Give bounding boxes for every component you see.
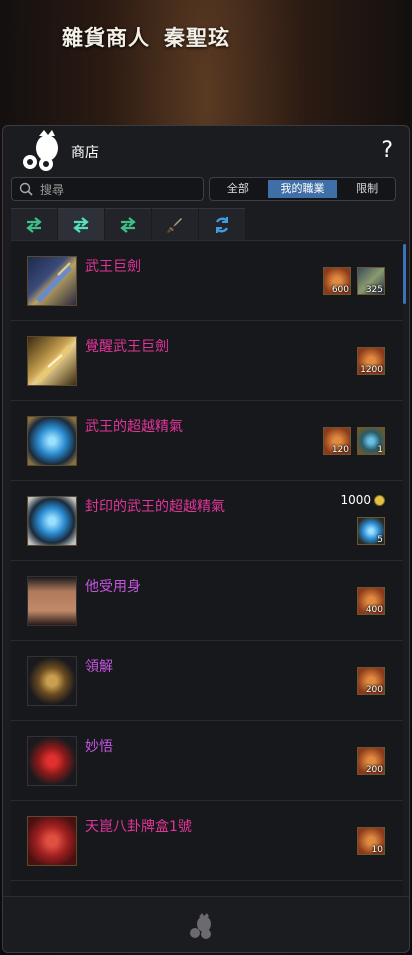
shop-bag-icon [23,130,58,171]
item-name: 武王巨劍 [85,259,141,275]
swap-arrows-icon [120,216,136,233]
list-item[interactable]: 天崑八卦牌盒1號 10 [11,801,403,881]
emblem-token-icon: 400 [357,587,385,615]
cost-qty: 1200 [360,365,383,375]
refresh-icon [215,216,229,233]
item-name: 領解 [85,659,113,675]
list-item[interactable]: 妙悟 200 [11,721,403,801]
tab-refresh[interactable] [199,208,245,240]
item-list[interactable]: 武王巨劍 600 325 覺醒武王巨劍 1200 武王的超越精氣 120 1 封… [11,240,403,897]
item-name: 封印的武王的超越精氣 [85,499,225,515]
shop-panel: 商店 ? 全部 我的職業 限制 [2,125,410,953]
emblem-token-icon: 120 [323,427,351,455]
list-item[interactable]: 領解 200 [11,641,403,721]
bag-icon[interactable] [187,911,217,941]
item-name: 武王的超越精氣 [85,419,183,435]
red-headwear-icon [27,736,77,786]
cost-qty: 200 [365,765,383,775]
search-icon [19,182,33,196]
filter-all[interactable]: 全部 [210,180,266,198]
list-item[interactable]: 覺醒武王巨劍 1200 [11,321,403,401]
emblem-token-icon: 200 [357,667,385,695]
tab-exchange-3[interactable] [105,208,151,240]
item-costs: 600 325 [317,267,385,295]
list-item[interactable]: 武王巨劍 600 325 [11,241,403,321]
tab-weapons[interactable] [152,208,198,240]
cost-qty: 10 [371,845,383,855]
item-costs: 200 [351,667,385,695]
shop-footer [3,896,409,952]
item-name: 他受用身 [85,579,141,595]
awakened-greatsword-icon [27,336,77,386]
item-costs: 1200 [351,347,385,375]
help-button[interactable]: ? [381,138,393,163]
cost-qty: 1 [377,445,383,455]
cost-qty: 600 [331,285,349,295]
cost-qty: 325 [365,285,383,295]
ore-icon: 325 [357,267,385,295]
swap-arrows-icon [73,216,89,233]
item-costs: 5 [351,517,385,545]
torso-outfit-icon [27,576,77,626]
emblem-token-icon: 1200 [357,347,385,375]
accessory-icon [27,656,77,706]
emblem-token-icon: 10 [357,827,385,855]
emblem-token-icon: 200 [357,747,385,775]
item-costs: 10 [351,827,385,855]
item-costs: 200 [351,747,385,775]
npc-role: 雜貨商人 [62,26,150,50]
item-costs: 120 1 [317,427,385,455]
search-box[interactable] [11,177,204,201]
item-name: 覺醒武王巨劍 [85,339,169,355]
filter-group: 全部 我的職業 限制 [209,177,396,201]
list-item[interactable]: 封印的武王的超越精氣 1000 5 [11,481,403,561]
gold-coin-icon [374,494,385,506]
gold-price: 1000 [340,493,385,507]
blue-orb-icon: 5 [357,517,385,545]
npc-title: 雜貨商人 秦聖玹 [62,22,230,52]
item-costs: 400 [351,587,385,615]
red-box-icon [27,816,77,866]
cost-qty: 200 [365,685,383,695]
npc-name: 秦聖玹 [164,26,230,50]
shop-label: 商店 [71,145,99,161]
blue-orb-icon [27,416,77,466]
filter-my-class[interactable]: 我的職業 [267,180,338,198]
greatsword-icon [27,256,77,306]
search-input[interactable] [38,180,202,200]
cost-qty: 5 [377,535,383,545]
emblem-token-icon: 600 [323,267,351,295]
item-name: 天崑八卦牌盒1號 [85,819,192,835]
shop-header: 商店 ? [3,126,409,176]
sealed-blue-orb-icon [27,496,77,546]
filter-restricted[interactable]: 限制 [339,180,395,198]
cost-qty: 120 [331,445,349,455]
swap-arrows-icon [26,216,42,233]
category-tabs [11,208,246,240]
item-name: 妙悟 [85,739,113,755]
sword-icon [167,217,182,233]
cost-qty: 400 [365,605,383,615]
list-scrollbar[interactable] [403,244,406,304]
gold-price-amount: 1000 [340,493,371,507]
tab-exchange-2[interactable] [58,208,104,240]
list-item[interactable]: 他受用身 400 [11,561,403,641]
list-item[interactable]: 武王的超越精氣 120 1 [11,401,403,481]
orb-token-icon: 1 [357,427,385,455]
tab-exchange-1[interactable] [11,208,57,240]
